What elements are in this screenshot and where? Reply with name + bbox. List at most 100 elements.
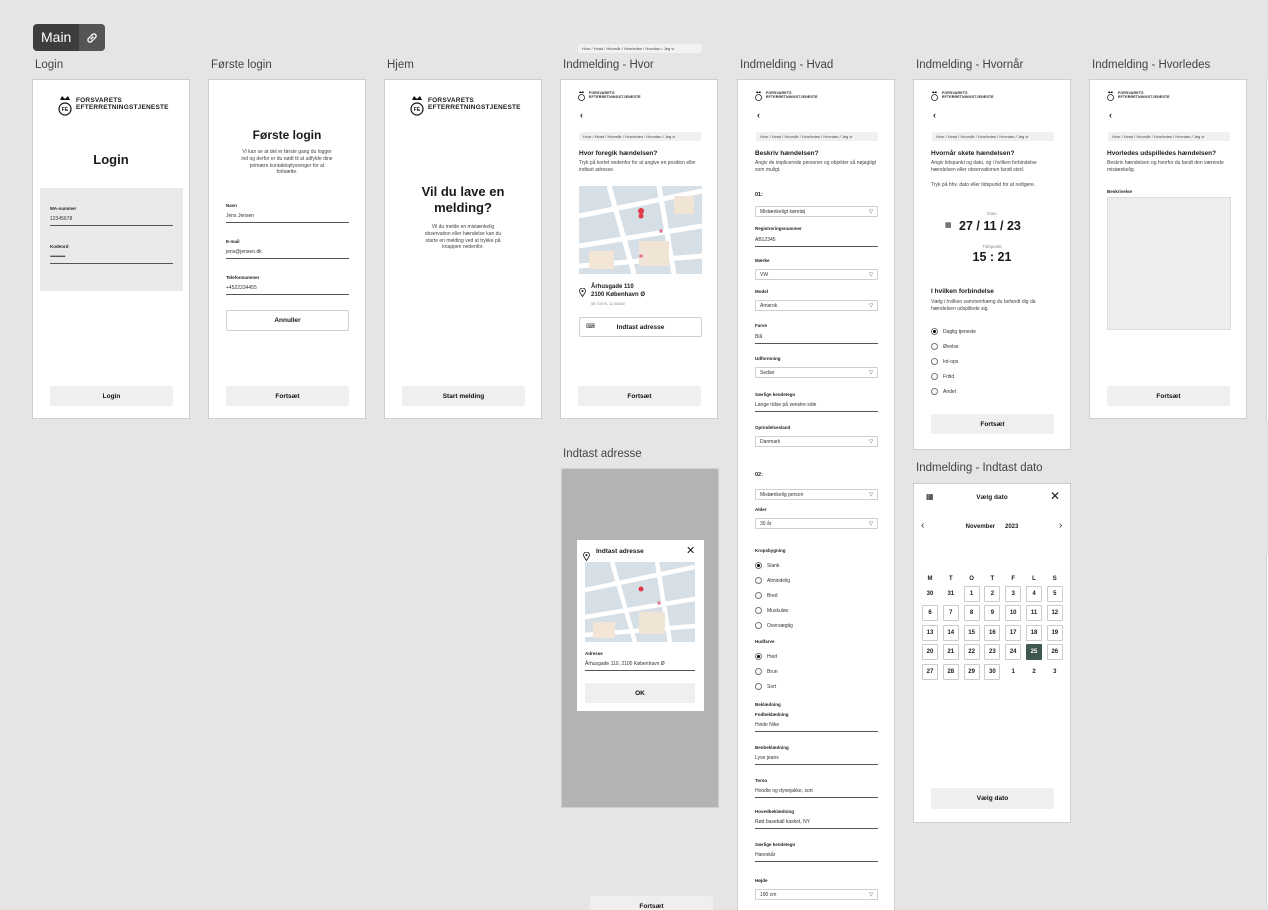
frame-label-where[interactable]: Indmelding - Hvor	[563, 59, 654, 71]
day-cell[interactable]: 20	[922, 644, 938, 660]
close-icon[interactable]: ✕	[686, 544, 695, 557]
continue-button[interactable]: Fortsæt	[578, 386, 701, 406]
day-cell[interactable]: 7	[942, 605, 959, 621]
height-select[interactable]: 190 cm ▽	[755, 889, 878, 900]
continue-button[interactable]: Fortsæt	[1107, 386, 1230, 406]
time-value[interactable]: 15 : 21	[914, 250, 1070, 264]
day-cell[interactable]: 28	[942, 663, 959, 680]
day-cell[interactable]: 12	[1046, 605, 1063, 621]
cancel-button[interactable]: Annuller	[226, 310, 349, 331]
body-option[interactable]: Muskuløs	[755, 607, 788, 614]
torso-field[interactable]: Hoodie og dynejakke, sort	[755, 788, 878, 798]
leg-field[interactable]: Lyse jeans	[755, 755, 878, 765]
back-icon[interactable]: ‹	[1109, 110, 1112, 120]
day-cell[interactable]: 22	[963, 644, 980, 660]
frame-label-login[interactable]: Login	[35, 59, 63, 71]
page-name[interactable]: Main	[33, 24, 79, 51]
day-cell[interactable]: 3	[1005, 585, 1022, 602]
frame-label-when[interactable]: Indmelding - Hvornår	[916, 59, 1023, 71]
form-select[interactable]: Sedan ▽	[755, 367, 878, 378]
address-field[interactable]: Århusgade 110, 2100 København Ø	[585, 661, 695, 671]
head-field[interactable]: Rød baseball kasket, NY	[755, 819, 878, 829]
age-select[interactable]: 30 år ▽	[755, 518, 878, 529]
breadcrumb[interactable]: Hvor / Hvad / Hvornår / Hvorledes / Hvor…	[756, 132, 878, 141]
body-option[interactable]: Slank	[755, 562, 780, 569]
day-cell[interactable]: 17	[1005, 624, 1022, 641]
day-cell[interactable]: 4	[1025, 585, 1042, 602]
day-cell[interactable]: 13	[922, 624, 938, 641]
map[interactable]	[585, 562, 695, 642]
brand-select[interactable]: VW ▽	[755, 269, 878, 280]
close-icon[interactable]: ✕	[1050, 489, 1060, 503]
connection-option[interactable]: Int-ops	[931, 358, 958, 365]
skin-option[interactable]: Brun	[755, 668, 778, 675]
continue-button[interactable]: Fortsæt	[226, 386, 349, 406]
skin-option[interactable]: Hvid	[755, 653, 777, 660]
day-cell[interactable]: 1	[963, 585, 980, 602]
description-textarea[interactable]	[1107, 197, 1231, 330]
breadcrumb[interactable]: Hvor / Hvad / Hvornår / Hvorledes / Hvor…	[1108, 132, 1230, 141]
day-cell[interactable]: 24	[1005, 644, 1022, 660]
phone-field[interactable]: +4522334455	[226, 285, 349, 295]
day-cell[interactable]: 30	[922, 586, 938, 602]
day-cell[interactable]: 10	[1005, 605, 1022, 621]
connection-option[interactable]: Andet	[931, 388, 956, 395]
day-cell-selected[interactable]: 25	[1025, 644, 1042, 660]
next-month-icon[interactable]: ›	[1059, 520, 1062, 531]
day-cell[interactable]: 3	[1047, 664, 1063, 680]
day-cell[interactable]: 19	[1046, 624, 1063, 641]
continue-button[interactable]: Fortsæt	[931, 414, 1054, 434]
type1-select[interactable]: Mistænkeligt køretøj ▽	[755, 206, 878, 217]
body-option[interactable]: Overvægtig	[755, 622, 793, 629]
frame-label-what[interactable]: Indmelding - Hvad	[740, 59, 833, 71]
day-cell[interactable]: 14	[942, 624, 959, 641]
frame-label-how[interactable]: Indmelding - Hvorledes	[1092, 59, 1210, 71]
back-icon[interactable]: ‹	[757, 110, 760, 120]
back-icon[interactable]: ‹	[580, 110, 583, 120]
login-button[interactable]: Login	[50, 386, 173, 406]
day-cell[interactable]: 9	[984, 605, 1001, 621]
day-cell[interactable]: 5	[1046, 585, 1063, 602]
enter-address-button[interactable]: ⌨ Indtast adresse	[579, 317, 702, 337]
link-icon[interactable]	[79, 24, 106, 51]
day-cell[interactable]: 6	[922, 605, 938, 621]
day-cell[interactable]: 23	[984, 644, 1001, 660]
body-option[interactable]: Almindelig	[755, 577, 790, 584]
day-cell[interactable]: 26	[1046, 644, 1063, 660]
connection-option[interactable]: Daglig tjeneste	[931, 328, 976, 335]
frame-label-first-login[interactable]: Første login	[211, 59, 272, 71]
skin-option[interactable]: Sort	[755, 683, 776, 690]
body-option[interactable]: Bred	[755, 592, 778, 599]
day-cell[interactable]: 30	[984, 663, 1001, 680]
day-cell[interactable]: 2	[1026, 664, 1042, 680]
frame-label-datepick[interactable]: Indmelding - Indtast dato	[916, 462, 1043, 474]
day-cell[interactable]: 11	[1025, 605, 1042, 621]
reg-field[interactable]: AB12345	[755, 237, 878, 247]
day-cell[interactable]: 21	[942, 644, 959, 660]
day-cell[interactable]: 31	[943, 586, 959, 602]
foot-field[interactable]: Hvide Nike	[755, 722, 878, 732]
frame-label-home[interactable]: Hjem	[387, 59, 414, 71]
ok-button[interactable]: OK	[585, 683, 695, 703]
email-field[interactable]: jens@jensen.dk	[226, 249, 349, 259]
model-select[interactable]: Amarok ▽	[755, 300, 878, 311]
ma-field[interactable]: 12345678	[50, 216, 173, 226]
color-field[interactable]: Blå	[755, 334, 878, 344]
day-cell[interactable]: 16	[984, 624, 1001, 641]
origin-select[interactable]: Danmark ▽	[755, 436, 878, 447]
day-cell[interactable]: 1	[1005, 664, 1021, 680]
year-label[interactable]: 2023	[1005, 524, 1018, 530]
name-field[interactable]: Jens Jensen	[226, 213, 349, 223]
frame-label-address[interactable]: Indtast adresse	[563, 448, 642, 460]
month-label[interactable]: November	[966, 524, 995, 530]
spec-field[interactable]: Lange ridse på venstre side	[755, 402, 878, 412]
breadcrumb[interactable]: Hvor / Hvad / Hvornår / Hvorledes / Hvor…	[932, 132, 1054, 141]
connection-option[interactable]: Fritid	[931, 373, 954, 380]
day-cell[interactable]: 15	[963, 624, 980, 641]
choose-date-button[interactable]: Vælg dato	[931, 788, 1054, 809]
continue-button[interactable]: Fortsæt	[590, 896, 713, 910]
day-cell[interactable]: 27	[922, 663, 938, 680]
page-selector[interactable]: Main	[33, 24, 106, 51]
start-report-button[interactable]: Start melding	[402, 386, 525, 406]
breadcrumb[interactable]: Hvor / Hvad / Hvornår / Hvorledes / Hvor…	[579, 132, 701, 141]
